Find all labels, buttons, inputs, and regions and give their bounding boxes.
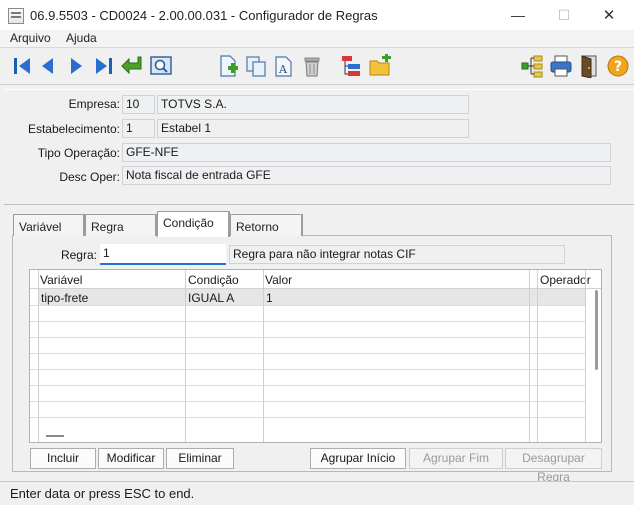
desc-oper-field: Nota fiscal de entrada GFE xyxy=(122,166,611,185)
status-bar: Enter data or press ESC to end. xyxy=(0,481,634,505)
tree-structure-icon[interactable] xyxy=(520,54,544,78)
agrupar-fim-button[interactable]: Agrupar Fim xyxy=(409,448,503,469)
maximize-button[interactable]: ☐ xyxy=(549,5,579,25)
tipo-operacao-label: Tipo Operação: xyxy=(37,146,120,160)
window-title: 06.9.5503 - CD0024 - 2.00.00.031 - Confi… xyxy=(30,8,378,23)
modificar-button[interactable]: Modificar xyxy=(98,448,164,469)
svg-text:?: ? xyxy=(614,59,622,75)
condition-grid: Variável Condição Valor Operador tipo-fr… xyxy=(29,269,602,443)
previous-record-icon[interactable] xyxy=(36,54,60,78)
regra-description-field: Regra para não integrar notas CIF xyxy=(229,245,565,264)
grid-vertical-scrollbar[interactable] xyxy=(595,290,598,370)
new-folder-icon[interactable] xyxy=(368,54,392,78)
first-record-icon[interactable] xyxy=(10,54,34,78)
menu-ajuda[interactable]: Ajuda xyxy=(66,31,97,45)
desagrupar-regra-button[interactable]: Desagrupar Regra xyxy=(505,448,602,484)
agrupar-inicio-button[interactable]: Agrupar Início xyxy=(310,448,406,469)
incluir-button[interactable]: Incluir xyxy=(30,448,96,469)
eliminar-button[interactable]: Eliminar xyxy=(166,448,234,469)
window-title-bar: 06.9.5503 - CD0024 - 2.00.00.031 - Confi… xyxy=(0,0,634,30)
app-window-icon xyxy=(8,8,24,24)
toolbar: A ? xyxy=(0,47,634,85)
new-record-icon[interactable] xyxy=(216,54,240,78)
empresa-name-field: TOTVS S.A. xyxy=(157,95,469,114)
tab-condicao[interactable]: Condição xyxy=(157,211,230,237)
tipo-operacao-field[interactable]: GFE-NFE xyxy=(122,143,611,162)
tab-variavel[interactable]: Variável xyxy=(13,214,85,236)
hierarchy-tree-icon[interactable] xyxy=(340,54,364,78)
exit-door-icon[interactable] xyxy=(578,54,602,78)
close-button[interactable]: ✕ xyxy=(594,5,624,25)
grid-header: Variável Condição Valor Operador xyxy=(30,270,601,289)
regra-label: Regra: xyxy=(60,248,97,262)
grid-header-operador[interactable]: Operador xyxy=(540,273,591,287)
edit-record-icon[interactable]: A xyxy=(272,54,296,78)
menu-arquivo[interactable]: Arquivo xyxy=(10,31,51,45)
grid-header-valor[interactable]: Valor xyxy=(265,273,292,287)
estabelecimento-name-field: Estabel 1 xyxy=(157,119,469,138)
goto-return-icon[interactable] xyxy=(120,54,144,78)
delete-trash-icon[interactable] xyxy=(300,54,324,78)
last-record-icon[interactable] xyxy=(92,54,116,78)
tab-regra[interactable]: Regra xyxy=(85,214,157,236)
search-icon[interactable] xyxy=(149,54,173,78)
status-message: Enter data or press ESC to end. xyxy=(10,486,195,501)
table-cell-valor[interactable]: 1 xyxy=(266,291,273,305)
estabelecimento-label: Estabelecimento: xyxy=(27,122,120,136)
grid-header-variavel[interactable]: Variável xyxy=(40,273,82,287)
grid-header-condicao[interactable]: Condição xyxy=(188,273,239,287)
grid-horizontal-scrollbar[interactable] xyxy=(46,435,64,437)
desc-oper-label: Desc Oper: xyxy=(59,170,120,184)
table-row-selected[interactable] xyxy=(39,289,585,305)
menu-bar: Arquivo Ajuda xyxy=(0,30,634,47)
table-cell-variavel[interactable]: tipo-frete xyxy=(41,291,88,305)
empresa-label: Empresa: xyxy=(68,97,120,111)
copy-record-icon[interactable] xyxy=(244,54,268,78)
estabelecimento-code-field[interactable]: 1 xyxy=(122,119,155,138)
regra-input[interactable]: 1 xyxy=(100,244,226,265)
table-cell-condicao[interactable]: IGUAL A xyxy=(188,291,234,305)
minimize-button[interactable]: — xyxy=(503,5,533,25)
empresa-code-field[interactable]: 10 xyxy=(122,95,155,114)
next-record-icon[interactable] xyxy=(64,54,88,78)
svg-text:A: A xyxy=(278,63,288,76)
tab-retorno[interactable]: Retorno xyxy=(230,214,303,236)
help-icon[interactable]: ? xyxy=(606,54,630,78)
printer-icon[interactable] xyxy=(549,54,573,78)
